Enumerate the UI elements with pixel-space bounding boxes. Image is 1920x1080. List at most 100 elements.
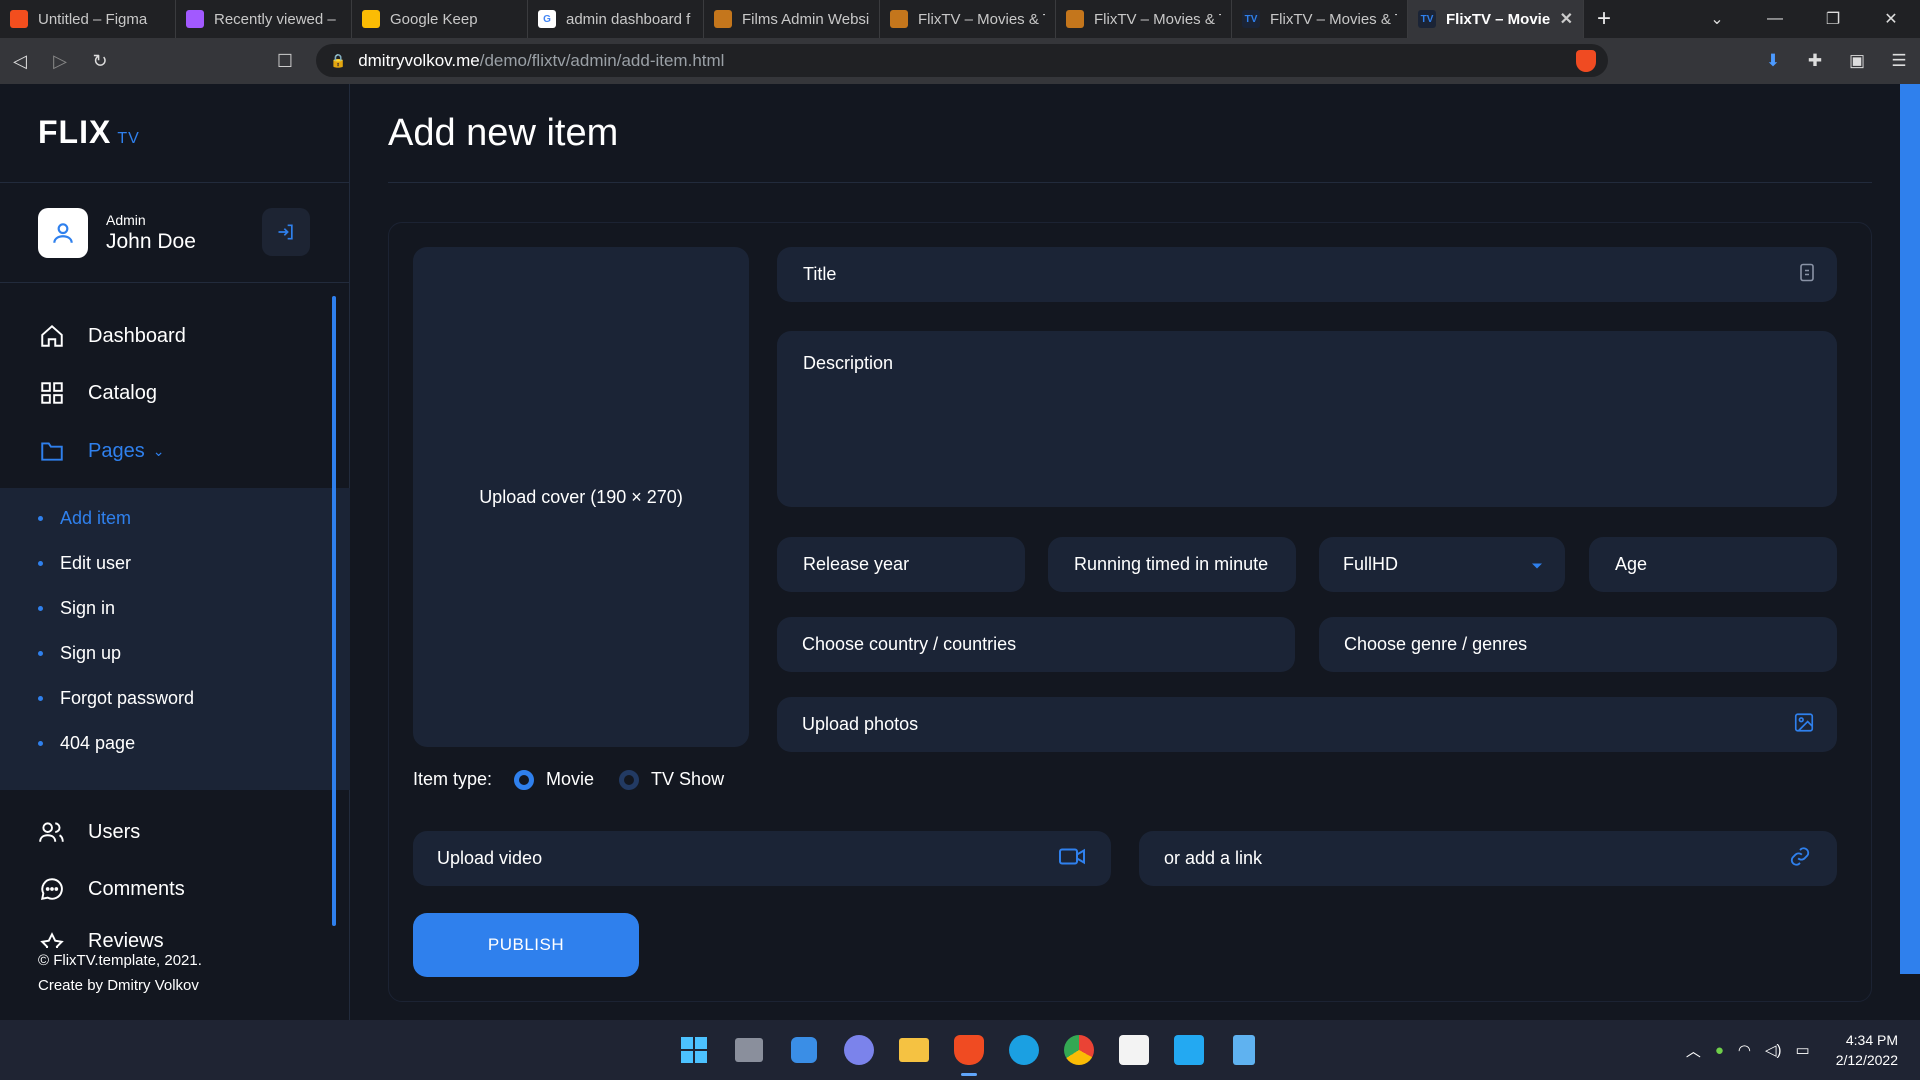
- sidebar-footer: © FlixTV.template, 2021. Create by Dmitr…: [38, 948, 202, 998]
- add-item-form: Upload cover (190 × 270) Title Descripti…: [388, 222, 1872, 1002]
- teams-chat-icon[interactable]: [831, 1020, 886, 1080]
- close-tab-icon[interactable]: ✕: [1560, 9, 1573, 29]
- running-time-input[interactable]: Running timed in minute: [1048, 537, 1296, 592]
- logo[interactable]: FLIX TV: [38, 114, 140, 151]
- submenu-item-edit-user[interactable]: Edit user: [38, 553, 131, 574]
- user-name: John Doe: [106, 230, 196, 253]
- pages-submenu: Add item Edit user Sign in Sign up Forgo…: [0, 488, 350, 790]
- release-year-input[interactable]: Release year: [777, 537, 1025, 592]
- task-view-icon[interactable]: [721, 1020, 776, 1080]
- sidebar-item-catalog[interactable]: Catalog: [38, 379, 157, 407]
- flixtv-icon: TV: [1242, 10, 1260, 28]
- volume-icon[interactable]: ◁): [1765, 1041, 1782, 1059]
- notepad-icon[interactable]: [1216, 1020, 1271, 1080]
- submenu-item-404[interactable]: 404 page: [38, 733, 135, 754]
- publish-button[interactable]: PUBLISH: [413, 913, 639, 977]
- chevron-up-icon[interactable]: ︿: [1686, 1040, 1701, 1061]
- store-icon[interactable]: [1106, 1020, 1161, 1080]
- chat-icon: [38, 875, 66, 903]
- wifi-icon[interactable]: ◠: [1738, 1041, 1751, 1059]
- maximize-button[interactable]: ❐: [1804, 9, 1862, 29]
- edge-icon[interactable]: [996, 1020, 1051, 1080]
- figma-icon: [10, 10, 28, 28]
- sidebar-item-reviews[interactable]: Reviews: [38, 930, 164, 948]
- file-explorer-icon[interactable]: [886, 1020, 941, 1080]
- chrome-icon[interactable]: [1051, 1020, 1106, 1080]
- users-icon: [38, 818, 66, 846]
- quality-select[interactable]: FullHD: [1319, 537, 1565, 592]
- back-icon[interactable]: ◁: [0, 51, 40, 72]
- credits: Create by Dmitry Volkov: [38, 977, 199, 994]
- browser-tab[interactable]: FlixTV – Movies & T: [880, 0, 1056, 38]
- browser-tab[interactable]: Recently viewed – F: [176, 0, 352, 38]
- title-input[interactable]: Title: [777, 247, 1837, 302]
- logout-button[interactable]: [262, 208, 310, 256]
- extensions-icon[interactable]: ✚: [1794, 51, 1836, 71]
- submenu-item-forgot-password[interactable]: Forgot password: [38, 688, 194, 709]
- submenu-item-sign-up[interactable]: Sign up: [38, 643, 121, 664]
- radio-tv-show[interactable]: [619, 769, 640, 790]
- minimize-button[interactable]: —: [1746, 10, 1804, 28]
- figma-icon: [186, 10, 204, 28]
- download-icon[interactable]: ⬇: [1752, 51, 1794, 71]
- upload-video-input[interactable]: Upload video: [413, 831, 1111, 886]
- sidebar-item-pages[interactable]: Pages ⌄: [38, 437, 164, 465]
- sidebar-scrollbar[interactable]: [332, 296, 336, 926]
- radio-movie[interactable]: [514, 769, 535, 790]
- new-tab-button[interactable]: +: [1584, 5, 1624, 33]
- item-type-group: Item type: Movie TV Show: [413, 769, 724, 790]
- start-button[interactable]: [666, 1020, 721, 1080]
- browser-tab[interactable]: Gadmin dashboard f: [528, 0, 704, 38]
- url-field[interactable]: 🔒 dmitryvolkov.me/demo/flixtv/admin/add-…: [316, 44, 1608, 77]
- bookmark-icon[interactable]: ☐: [270, 51, 300, 72]
- widgets-icon[interactable]: [776, 1020, 831, 1080]
- radio-movie-label[interactable]: Movie: [546, 769, 594, 790]
- browser-tab[interactable]: FlixTV – Movies & T: [1056, 0, 1232, 38]
- age-input[interactable]: Age: [1589, 537, 1837, 592]
- user-profile: Admin John Doe: [38, 208, 196, 258]
- browser-tab-active[interactable]: TV FlixTV – Movie ✕: [1408, 0, 1584, 38]
- submenu-item-add-item[interactable]: Add item: [38, 508, 131, 529]
- radio-tv-show-label[interactable]: TV Show: [651, 769, 724, 790]
- forward-icon[interactable]: ▷: [40, 51, 80, 72]
- tab-search-icon[interactable]: ⌄: [1688, 9, 1746, 29]
- flixtv-icon: TV: [1418, 10, 1436, 28]
- wallet-icon[interactable]: ▣: [1836, 51, 1878, 71]
- browser-tab[interactable]: TV FlixTV – Movies & T: [1232, 0, 1408, 38]
- upload-photos-input[interactable]: Upload photos: [777, 697, 1837, 752]
- page-scrollbar[interactable]: [1900, 84, 1920, 974]
- upload-cover[interactable]: Upload cover (190 × 270): [413, 247, 749, 747]
- divider: [388, 182, 1872, 183]
- clock[interactable]: 4:34 PM 2/12/2022: [1836, 1030, 1898, 1070]
- browser-tab[interactable]: Films Admin Websit: [704, 0, 880, 38]
- browser-tab[interactable]: Google Keep: [352, 0, 528, 38]
- description-textarea[interactable]: Description: [777, 331, 1837, 507]
- url-path: /demo/flixtv/admin/add-item.html: [479, 50, 725, 70]
- sidebar-item-users[interactable]: Users: [38, 818, 140, 846]
- user-icon: [53, 223, 73, 243]
- reload-icon[interactable]: ↻: [80, 51, 120, 72]
- vscode-icon[interactable]: [1161, 1020, 1216, 1080]
- author-link[interactable]: Dmitry Volkov: [107, 977, 199, 994]
- video-camera-icon: [1059, 847, 1085, 870]
- onedrive-icon[interactable]: ●: [1715, 1042, 1724, 1059]
- divider: [0, 182, 350, 183]
- logout-icon: [278, 224, 293, 240]
- grid-icon: [38, 379, 66, 407]
- genre-select[interactable]: Choose genre / genres: [1319, 617, 1837, 672]
- sidebar-item-comments[interactable]: Comments: [38, 875, 185, 903]
- menu-icon[interactable]: ☰: [1878, 51, 1920, 71]
- battery-icon[interactable]: ▭: [1796, 1041, 1810, 1059]
- sidebar: FLIXTV Admin John Doe Dashboard Catalog: [0, 84, 350, 1020]
- submenu-item-sign-in[interactable]: Sign in: [38, 598, 115, 619]
- brave-shield-icon[interactable]: [1576, 50, 1596, 72]
- browser-tab[interactable]: Untitled – Figma: [0, 0, 176, 38]
- close-window-button[interactable]: ✕: [1862, 9, 1920, 29]
- country-select[interactable]: Choose country / countries: [777, 617, 1295, 672]
- app: FLIXTV Admin John Doe Dashboard Catalog: [0, 84, 1920, 1020]
- video-link-input[interactable]: or add a link: [1139, 831, 1837, 886]
- brave-browser-icon[interactable]: [941, 1020, 996, 1080]
- sidebar-item-dashboard[interactable]: Dashboard: [38, 322, 186, 350]
- page-title: Add new item: [388, 112, 619, 154]
- link-icon: [1789, 845, 1811, 872]
